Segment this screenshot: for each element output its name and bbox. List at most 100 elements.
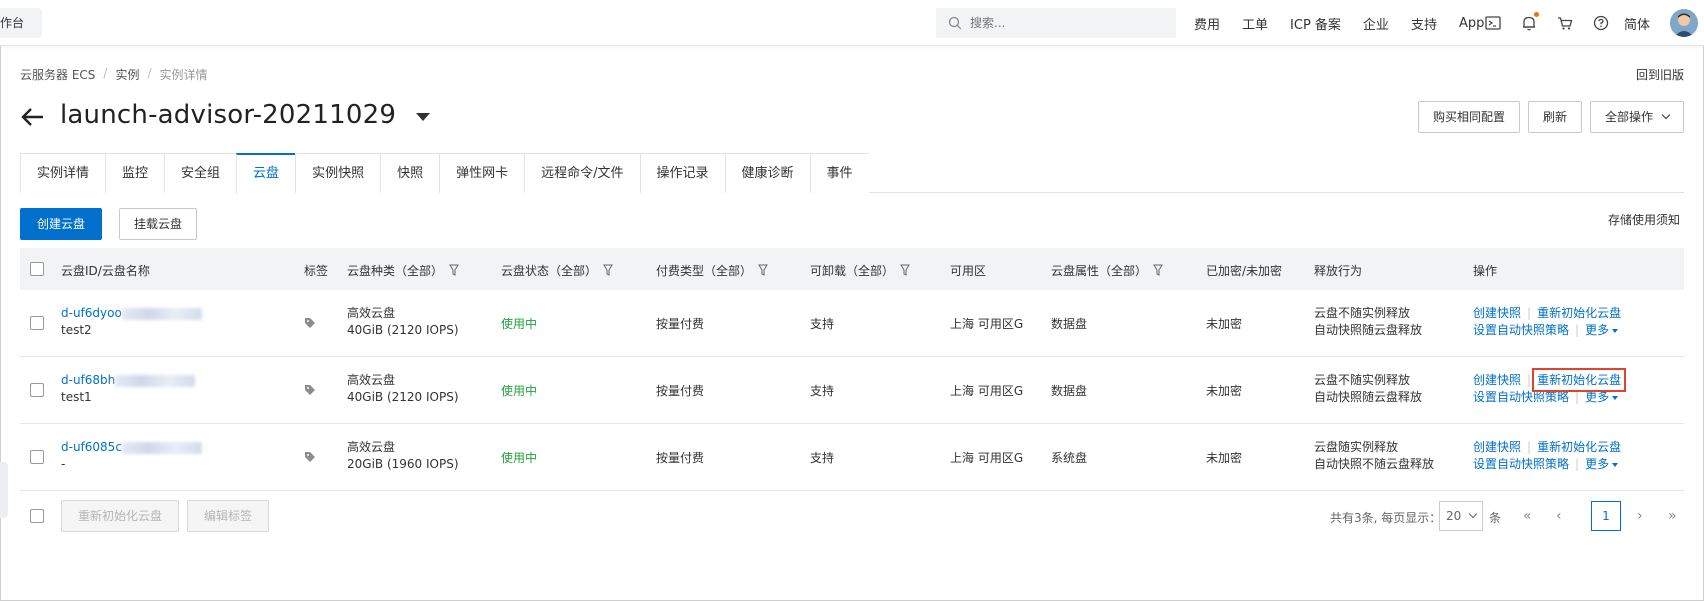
tab-monitoring[interactable]: 监控 — [105, 153, 165, 193]
header-disk-attr-label: 云盘属性（全部） — [1051, 264, 1148, 278]
reinit-disk-link-highlighted[interactable]: 重新初始化云盘 — [1532, 368, 1627, 392]
help-icon[interactable] — [1590, 12, 1612, 34]
workbench-link[interactable]: 工作台 — [0, 8, 42, 38]
storage-usage-notice-link[interactable]: 存储使用须知 — [1608, 211, 1680, 228]
reinit-disk-link[interactable]: 重新初始化云盘 — [1537, 306, 1621, 320]
disk-id-link[interactable]: d-uf6085c — [61, 440, 122, 454]
redacted-id — [115, 374, 196, 387]
tab-security-group[interactable]: 安全组 — [164, 153, 237, 193]
table-header: 云盘ID/云盘名称 标签 云盘种类（全部） 云盘状态（全部） 付费类型（全部） … — [20, 248, 1684, 290]
disk-id-link[interactable]: d-uf6dyoo — [61, 306, 122, 320]
disk-spec: 40GiB (2120 IOPS) — [347, 323, 459, 337]
tab-instance-details[interactable]: 实例详情 — [20, 153, 106, 193]
release-disk: 云盘不随实例释放 — [1314, 306, 1411, 320]
search-input[interactable] — [970, 8, 1170, 38]
all-actions-label: 全部操作 — [1604, 110, 1653, 124]
more-dropdown[interactable]: 更多 — [1585, 457, 1619, 471]
breadcrumb-ecs[interactable]: 云服务器 ECS — [20, 66, 95, 83]
tab-snapshots[interactable]: 快照 — [380, 153, 440, 193]
disk-id-link[interactable]: d-uf68bh — [61, 373, 115, 387]
auto-snapshot-policy-link[interactable]: 设置自动快照策略 — [1473, 323, 1569, 337]
op-separator: | — [1527, 306, 1532, 320]
tab-instance-snapshots[interactable]: 实例快照 — [295, 153, 381, 193]
mount-disk-button[interactable]: 挂载云盘 — [119, 208, 198, 240]
disk-spec: 40GiB (2120 IOPS) — [347, 390, 459, 404]
instance-switch-caret-icon[interactable] — [416, 113, 430, 121]
row-checkbox[interactable] — [30, 316, 44, 330]
buy-same-config-button[interactable]: 购买相同配置 — [1417, 101, 1520, 133]
footer-select-all-checkbox[interactable] — [30, 509, 44, 523]
create-disk-button[interactable]: 创建云盘 — [20, 208, 103, 240]
tab-remote-commands[interactable]: 远程命令/文件 — [524, 153, 640, 193]
header-actions: 购买相同配置 刷新 全部操作 — [1410, 101, 1684, 133]
language-switch[interactable]: 简体 — [1624, 14, 1650, 33]
user-avatar[interactable] — [1670, 9, 1698, 37]
tab-events[interactable]: 事件 — [809, 153, 869, 193]
first-page-button[interactable]: « — [1523, 508, 1532, 524]
row-checkbox[interactable] — [30, 383, 44, 397]
batch-reinit-disk-button[interactable]: 重新初始化云盘 — [61, 500, 180, 532]
current-page[interactable]: 1 — [1591, 501, 1621, 531]
header-disk-status[interactable]: 云盘状态（全部） — [501, 262, 613, 279]
nav-link-icp[interactable]: ICP 备案 — [1290, 14, 1341, 33]
disk-id-cell: d-uf68bh test1 — [61, 372, 196, 406]
last-page-button[interactable]: » — [1668, 508, 1677, 524]
create-snapshot-link[interactable]: 创建快照 — [1473, 306, 1521, 320]
nav-link-tickets[interactable]: 工单 — [1242, 14, 1268, 33]
back-arrow-icon[interactable] — [20, 104, 46, 130]
tab-health-diagnosis[interactable]: 健康诊断 — [724, 153, 810, 193]
side-collapse-handle[interactable] — [0, 462, 8, 518]
page-title: launch-advisor-20211029 — [60, 100, 397, 130]
op-separator: | — [1527, 440, 1532, 454]
row-checkbox[interactable] — [30, 450, 44, 464]
auto-snapshot-policy-link[interactable]: 设置自动快照策略 — [1473, 390, 1569, 404]
select-all-checkbox[interactable] — [30, 262, 44, 276]
tag-icon[interactable] — [304, 317, 316, 329]
more-dropdown[interactable]: 更多 — [1585, 323, 1619, 337]
edit-tags-button[interactable]: 编辑标签 — [187, 500, 270, 532]
prev-page-button[interactable]: ‹ — [1556, 508, 1562, 524]
encryption: 未加密 — [1206, 384, 1243, 398]
all-actions-dropdown[interactable]: 全部操作 — [1589, 101, 1684, 133]
terminal-icon[interactable] — [1482, 12, 1504, 34]
create-snapshot-link[interactable]: 创建快照 — [1473, 440, 1521, 454]
header-disk-attr[interactable]: 云盘属性（全部） — [1051, 262, 1163, 279]
more-label: 更多 — [1585, 457, 1610, 471]
disk-type: 高效云盘 — [347, 440, 396, 454]
breadcrumb-separator: / — [147, 66, 152, 80]
op-separator: | — [1527, 373, 1532, 387]
header-detachable-label: 可卸载（全部） — [810, 264, 895, 278]
global-search[interactable] — [936, 8, 1176, 38]
more-dropdown[interactable]: 更多 — [1585, 390, 1619, 404]
nav-link-billing[interactable]: 费用 — [1194, 14, 1220, 33]
breadcrumb-instances[interactable]: 实例 — [115, 66, 139, 83]
nav-link-enterprise[interactable]: 企业 — [1363, 14, 1389, 33]
header-billing-type[interactable]: 付费类型（全部） — [656, 262, 768, 279]
tab-eni[interactable]: 弹性网卡 — [439, 153, 525, 193]
disk-spec: 20GiB (1960 IOPS) — [347, 457, 459, 471]
create-snapshot-link[interactable]: 创建快照 — [1473, 373, 1521, 387]
page-size-select[interactable]: 20 — [1439, 501, 1483, 531]
tab-cloud-disks[interactable]: 云盘 — [236, 153, 296, 194]
next-page-button[interactable]: › — [1637, 508, 1643, 524]
header-disk-type[interactable]: 云盘种类（全部） — [347, 262, 459, 279]
chevron-down-icon — [1468, 509, 1478, 519]
filter-icon — [449, 264, 459, 276]
operations-cell: 创建快照 | 重新初始化云盘 设置自动快照策略 | 更多 — [1473, 305, 1621, 339]
cart-icon[interactable] — [1554, 12, 1576, 34]
tab-operation-logs[interactable]: 操作记录 — [639, 153, 725, 193]
nav-link-support[interactable]: 支持 — [1411, 14, 1437, 33]
auto-snapshot-policy-link[interactable]: 设置自动快照策略 — [1473, 457, 1569, 471]
reinit-disk-link[interactable]: 重新初始化云盘 — [1537, 440, 1621, 454]
header-detachable[interactable]: 可卸载（全部） — [810, 262, 910, 279]
back-to-old-version-link[interactable]: 回到旧版 — [1636, 66, 1684, 83]
op-separator: | — [1575, 323, 1580, 337]
nav-link-app[interactable]: App — [1459, 16, 1484, 31]
refresh-button[interactable]: 刷新 — [1527, 101, 1582, 133]
tag-icon[interactable] — [304, 451, 316, 463]
header-disk-type-label: 云盘种类（全部） — [347, 264, 444, 278]
disk-type: 高效云盘 — [347, 306, 396, 320]
tag-icon[interactable] — [304, 384, 316, 396]
notification-bell-icon[interactable] — [1518, 12, 1540, 34]
nav-links: 费用 工单 ICP 备案 企业 支持 App — [1194, 0, 1506, 46]
